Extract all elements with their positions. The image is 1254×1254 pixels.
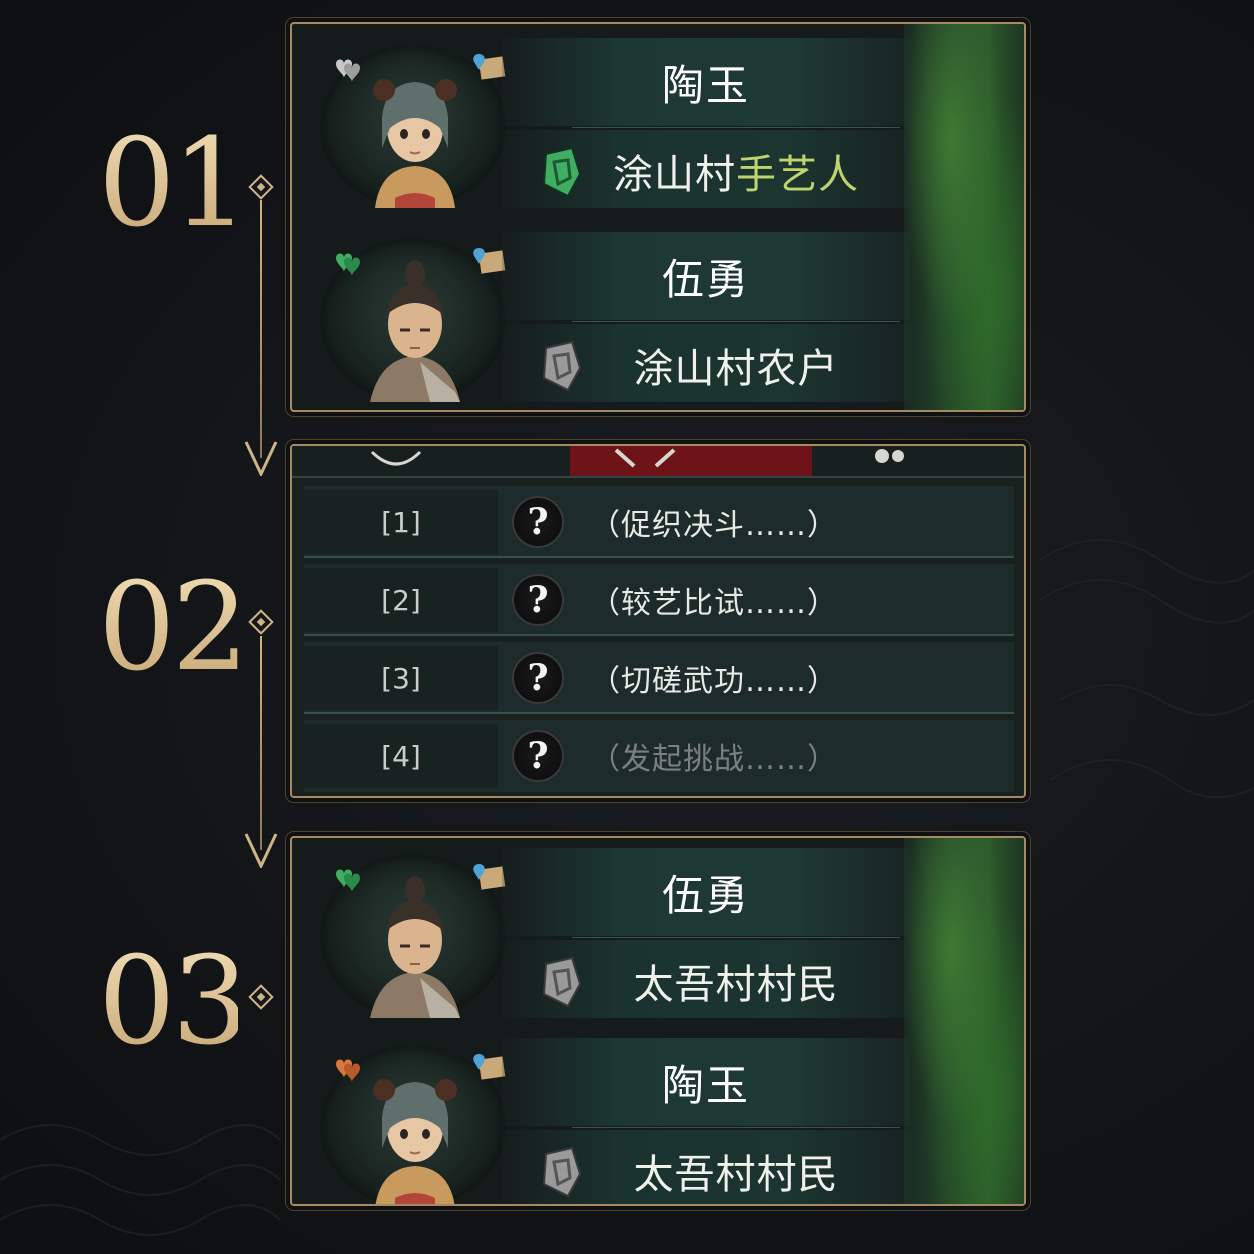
option-index: [2] xyxy=(304,568,498,632)
character-card[interactable]: 伍勇 涂山村农户 xyxy=(312,224,1010,404)
option-row[interactable]: [3] ? （切磋武功……） xyxy=(304,642,1014,714)
identity-badge-icon xyxy=(542,956,582,1008)
step-number-03: 03 xyxy=(98,930,249,1072)
character-portrait-taoyu xyxy=(373,1079,457,1204)
question-mark-icon: ? xyxy=(512,730,564,782)
question-mark-icon: ? xyxy=(512,652,564,704)
step-diamond-icon xyxy=(248,609,274,635)
question-mark-icon: ? xyxy=(512,574,564,626)
step-number-01: 01 xyxy=(98,112,249,254)
character-name: 伍勇 xyxy=(661,870,750,920)
character-name: 陶玉 xyxy=(661,1060,750,1110)
header-ornament-icon xyxy=(370,450,422,466)
name-bar: 伍勇 xyxy=(502,848,910,936)
character-name: 陶玉 xyxy=(661,60,750,110)
identity-badge-icon xyxy=(542,340,582,392)
name-bar: 陶玉 xyxy=(502,1038,910,1126)
favor-heart-icon xyxy=(336,253,360,276)
option-index: [4] xyxy=(304,724,498,788)
favor-heart-icon xyxy=(336,1059,360,1082)
character-portrait-wuyong xyxy=(370,260,460,402)
step-number-02: 02 xyxy=(98,556,249,698)
character-card[interactable]: 伍勇 太吾村村民 xyxy=(312,840,1010,1020)
character-portrait-wuyong xyxy=(370,876,460,1018)
option-text: （促织决斗……） xyxy=(590,508,838,543)
step-connector-line xyxy=(260,200,262,458)
favor-heart-icon xyxy=(336,869,360,892)
step-diamond-icon xyxy=(248,984,274,1010)
name-bar: 陶玉 xyxy=(502,38,910,126)
option-row[interactable]: [2] ? （较艺比试……） xyxy=(304,564,1014,636)
header-ornament-icon xyxy=(875,449,904,463)
panel-before: 陶玉 涂山村手艺人 伍勇 涂山村农户 xyxy=(290,22,1026,412)
step-connector-line xyxy=(260,636,262,850)
options-header xyxy=(292,446,1024,478)
option-text: （切磋武功……） xyxy=(590,664,838,699)
option-index: [3] xyxy=(304,646,498,710)
crossed-swords-icon xyxy=(614,448,676,468)
character-name: 伍勇 xyxy=(661,254,750,304)
option-index: [1] xyxy=(304,490,498,554)
identity-badge-icon xyxy=(542,1146,582,1198)
panel-options: [1] ? （促织决斗……） [2] ? （较艺比试……） [3] ? （切磋武… xyxy=(290,444,1026,798)
favor-heart-icon xyxy=(336,59,360,82)
option-text: （较艺比试……） xyxy=(590,586,838,621)
panel-after: 伍勇 太吾村村民 陶玉 太吾村村民 xyxy=(290,836,1026,1206)
option-row-disabled: [4] ? （发起挑战……） xyxy=(304,720,1014,792)
step-diamond-icon xyxy=(248,174,274,200)
identity-badge-icon xyxy=(542,146,582,198)
option-row[interactable]: [1] ? （促织决斗……） xyxy=(304,486,1014,558)
arrow-down-icon xyxy=(244,441,278,476)
option-text: （发起挑战……） xyxy=(590,742,838,777)
active-tab[interactable] xyxy=(570,446,812,476)
character-portrait-taoyu xyxy=(373,79,457,208)
character-card[interactable]: 陶玉 太吾村村民 xyxy=(312,1030,1010,1204)
character-card[interactable]: 陶玉 涂山村手艺人 xyxy=(312,30,1010,210)
arrow-down-icon xyxy=(244,833,278,868)
question-mark-icon: ? xyxy=(512,496,564,548)
name-bar: 伍勇 xyxy=(502,232,910,320)
